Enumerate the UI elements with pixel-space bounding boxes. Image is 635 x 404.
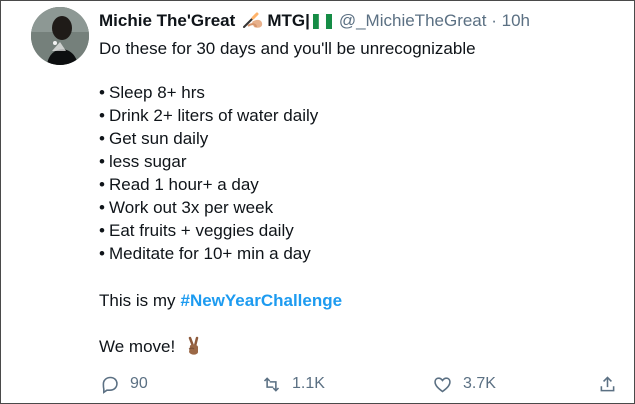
tweet-card: Michie The'Great MTG| @_MichieTheGreat · bbox=[0, 0, 635, 404]
list-item: • Drink 2+ liters of water daily bbox=[99, 104, 318, 127]
bullet-text: Get sun daily bbox=[109, 128, 209, 148]
challenge-prefix: This is my bbox=[99, 290, 176, 310]
display-name-emoji-group: MTG| bbox=[242, 10, 332, 32]
list-item: • Work out 3x per week bbox=[99, 196, 318, 219]
tweet-meta: @_MichieTheGreat · 10h bbox=[339, 10, 530, 32]
nigeria-flag-icon bbox=[312, 13, 332, 29]
bullet-symbol: • bbox=[99, 174, 105, 194]
bullet-text: Work out 3x per week bbox=[109, 197, 274, 217]
meta-separator: · bbox=[491, 11, 497, 30]
tweet-time[interactable]: 10h bbox=[502, 11, 530, 30]
heart-icon bbox=[434, 376, 451, 392]
user-handle[interactable]: @_MichieTheGreat bbox=[339, 11, 487, 30]
retweet-icon bbox=[263, 376, 280, 392]
list-item: • Meditate for 10+ min a day bbox=[99, 242, 318, 265]
bullet-symbol: • bbox=[99, 197, 105, 217]
intro-line: Do these for 30 days and you'll be unrec… bbox=[99, 38, 476, 58]
challenge-line: This is my #NewYearChallenge bbox=[99, 289, 342, 312]
tweet-header: Michie The'Great MTG| @_MichieTheGreat · bbox=[99, 9, 530, 33]
bullet-text: Meditate for 10+ min a day bbox=[109, 243, 311, 263]
final-text: We move! bbox=[99, 336, 176, 356]
bullet-symbol: • bbox=[99, 220, 105, 240]
display-name[interactable]: Michie The'Great bbox=[99, 10, 235, 32]
final-line: We move! bbox=[99, 335, 205, 358]
avatar[interactable] bbox=[31, 7, 89, 65]
like-count: 3.7K bbox=[463, 375, 496, 392]
list-item: • Eat fruits + veggies daily bbox=[99, 219, 318, 242]
bullet-text: Eat fruits + veggies daily bbox=[109, 220, 294, 240]
tweet-bullet-list: • Sleep 8+ hrs • Drink 2+ liters of wate… bbox=[99, 81, 318, 265]
reply-icon bbox=[102, 376, 118, 394]
reply-button[interactable]: 90 bbox=[99, 371, 148, 397]
writing-hand-icon bbox=[243, 12, 263, 28]
bullet-text: Drink 2+ liters of water daily bbox=[109, 105, 319, 125]
list-item: • Get sun daily bbox=[99, 127, 318, 150]
list-item: • Read 1 hour+ a day bbox=[99, 173, 318, 196]
avatar-photo bbox=[31, 7, 89, 65]
victory-hand-icon bbox=[188, 336, 199, 355]
bullet-symbol: • bbox=[99, 151, 105, 171]
list-item: • less sugar bbox=[99, 150, 318, 173]
final-text-line: We move! bbox=[99, 335, 205, 358]
bullet-symbol: • bbox=[99, 82, 105, 102]
retweet-button[interactable]: 1.1K bbox=[261, 371, 325, 397]
tweet-actions: 90 1.1K 3.7K bbox=[99, 371, 624, 397]
bullet-symbol: • bbox=[99, 243, 105, 263]
hashtag-link[interactable]: #NewYearChallenge bbox=[181, 290, 343, 312]
bullet-text: Sleep 8+ hrs bbox=[109, 82, 205, 102]
tweet-intro: Do these for 30 days and you'll be unrec… bbox=[99, 37, 476, 60]
name-suffix: MTG| bbox=[267, 11, 310, 30]
share-button[interactable] bbox=[597, 371, 618, 397]
bullet-symbol: • bbox=[99, 128, 105, 148]
reply-count: 90 bbox=[130, 375, 148, 392]
retweet-count: 1.1K bbox=[292, 375, 325, 392]
like-button[interactable]: 3.7K bbox=[432, 371, 496, 397]
bullet-symbol: • bbox=[99, 105, 105, 125]
list-item: • Sleep 8+ hrs bbox=[99, 81, 318, 104]
share-icon bbox=[600, 375, 615, 391]
bullet-text: Read 1 hour+ a day bbox=[109, 174, 259, 194]
challenge-text-line: This is my #NewYearChallenge bbox=[99, 289, 342, 312]
bullet-text: less sugar bbox=[109, 151, 187, 171]
